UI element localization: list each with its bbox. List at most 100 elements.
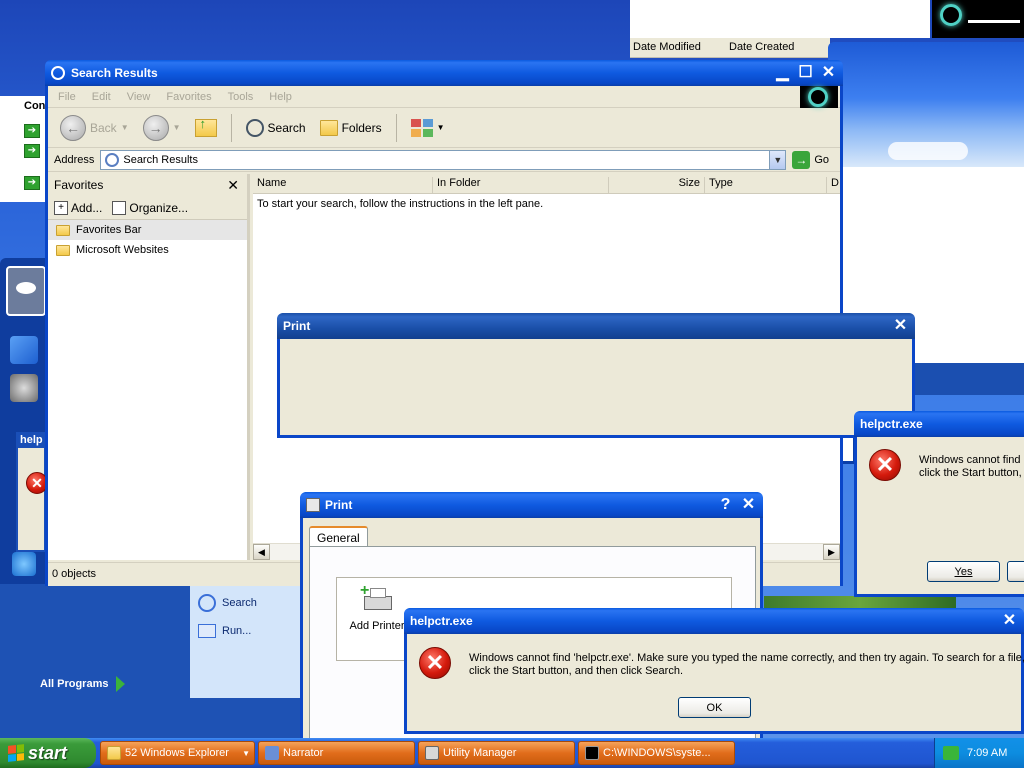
close-button[interactable]: ✕ — [738, 495, 759, 516]
raccoon-icon[interactable] — [10, 374, 38, 402]
menu-file[interactable]: File — [58, 91, 76, 103]
windows-logo-animation — [932, 0, 1024, 38]
address-field[interactable]: Search Results ▼ — [100, 149, 787, 170]
ok-button[interactable]: OK — [678, 697, 751, 718]
menu-tools[interactable]: Tools — [228, 91, 254, 103]
scroll-left-button[interactable]: ◀ — [253, 544, 270, 560]
task-utility-manager[interactable]: Utility Manager — [418, 741, 575, 765]
add-favorite-button[interactable]: + Add... — [54, 200, 102, 215]
task-windows-explorer[interactable]: 52 Windows Explorer ▼ — [100, 741, 255, 765]
scroll-right-button[interactable]: ▶ — [823, 544, 840, 560]
error-message-line1: Windows cannot find 'h — [919, 454, 1024, 466]
ring-icon — [940, 4, 962, 26]
helpctr-error-dialog: helpctr.exe ✕ ✕ Windows cannot find 'hel… — [404, 608, 1024, 734]
go-button[interactable]: → Go — [792, 150, 829, 169]
error-icon: ✕ — [869, 449, 901, 481]
folders-icon — [319, 119, 338, 136]
start-menu-search[interactable]: Search — [198, 594, 257, 612]
utility-manager-icon — [425, 746, 439, 760]
taskbar: start 52 Windows Explorer ▼ Narrator Uti… — [0, 738, 1024, 768]
task-narrator[interactable]: Narrator — [258, 741, 415, 765]
organize-icon — [112, 200, 127, 215]
error-message-line2: click the Start button, and then click S… — [469, 665, 684, 677]
folder-icon — [107, 746, 121, 760]
results-column-header: Name In Folder Size Type D — [253, 174, 840, 194]
forward-button[interactable]: → ▼ — [139, 114, 185, 141]
column-date-modified[interactable]: Date Modified — [633, 41, 701, 53]
helpctr-error-dialog-right: helpctr.exe ✕ Windows cannot find 'h cli… — [854, 411, 1024, 597]
yes-button[interactable]: Yes — [927, 561, 1000, 582]
maximize-button[interactable]: ☐ — [795, 63, 816, 84]
search-small-icon — [105, 152, 120, 167]
folders-button[interactable]: Folders — [316, 119, 386, 136]
folder-icon — [56, 224, 70, 236]
start-menu-run[interactable]: Run... — [198, 624, 251, 638]
dialog-title: Print — [325, 498, 353, 512]
user-avatar[interactable] — [6, 266, 46, 316]
task-command-prompt[interactable]: C:\WINDOWS\syste... — [578, 741, 735, 765]
outlook-express-icon[interactable] — [10, 336, 38, 364]
column-size[interactable]: Size — [609, 177, 705, 193]
network-icon[interactable] — [943, 746, 959, 760]
favorites-header: Favorites ✕ — [48, 174, 247, 196]
desktop: Date Modified Date Created Con ➔ ➔ ➔ hel… — [0, 0, 1024, 738]
background-wallpaper-window — [828, 42, 1024, 167]
dialog-titlebar[interactable]: Print ✕ — [277, 313, 915, 339]
window-titlebar[interactable]: Search Results ▁ ☐ ✕ — [45, 60, 843, 86]
no-button[interactable] — [1007, 561, 1024, 582]
views-button[interactable]: ▼ — [407, 118, 449, 137]
command-prompt-icon — [585, 746, 599, 760]
close-button[interactable]: ✕ — [818, 63, 839, 84]
menu-view[interactable]: View — [127, 91, 151, 103]
add-printer-icon: + — [360, 583, 394, 614]
menu-favorites[interactable]: Favorites — [166, 91, 211, 103]
chevron-down-icon[interactable]: ▼ — [769, 150, 786, 169]
favorite-item-microsoft-websites[interactable]: Microsoft Websites — [48, 240, 247, 260]
address-value: Search Results — [123, 153, 198, 166]
organize-favorites-button[interactable]: Organize... — [112, 200, 188, 215]
column-type[interactable]: Type — [705, 177, 827, 193]
favorite-item-favorites-bar[interactable]: Favorites Bar — [48, 220, 247, 240]
system-tray: 7:09 AM — [934, 738, 1024, 768]
column-date[interactable]: D — [827, 177, 840, 193]
dialog-titlebar[interactable]: Print ? ✕ — [300, 492, 763, 518]
column-name[interactable]: Name — [253, 177, 433, 193]
close-button[interactable]: ✕ — [890, 316, 911, 337]
error-message-line1: Windows cannot find 'helpctr.exe'. Make … — [469, 652, 1024, 664]
green-arrow-icon[interactable]: ➔ — [24, 176, 40, 190]
close-icon[interactable]: ✕ — [227, 177, 239, 194]
background-window-strip — [630, 0, 930, 38]
menu-edit[interactable]: Edit — [92, 91, 111, 103]
results-message: To start your search, follow the instruc… — [257, 198, 544, 210]
dialog-title: help — [18, 434, 44, 448]
dialog-titlebar[interactable]: helpctr.exe ✕ — [404, 608, 1024, 634]
menu-help[interactable]: Help — [269, 91, 292, 103]
add-printer-item[interactable]: + Add Printer — [347, 583, 407, 633]
help-button[interactable]: ? — [715, 495, 736, 516]
arrow-right-icon — [116, 676, 126, 692]
clock[interactable]: 7:09 AM — [967, 747, 1007, 759]
up-folder-icon: ↑ — [194, 116, 217, 137]
magnifier-icon — [245, 118, 264, 137]
green-arrow-icon[interactable]: ➔ — [24, 124, 40, 138]
start-button[interactable]: start — [0, 738, 96, 768]
background-column-header: Date Modified Date Created — [630, 38, 830, 58]
windows-throbber-logo — [800, 86, 838, 108]
tab-general[interactable]: General — [309, 526, 368, 548]
minimize-button[interactable]: ▁ — [772, 63, 793, 84]
dialog-titlebar[interactable]: helpctr.exe — [854, 411, 1024, 437]
favorites-pane: Favorites ✕ + Add... Organize... Favorit — [48, 174, 250, 560]
up-folder-button[interactable]: ↑ — [191, 116, 221, 137]
address-label: Address — [54, 153, 95, 166]
close-button[interactable]: ✕ — [999, 611, 1020, 632]
toolbar: ← Back ▼ → ▼ ↑ Search Folders ▼ — [48, 108, 840, 148]
search-icon — [198, 594, 216, 612]
internet-explorer-icon[interactable] — [12, 552, 36, 576]
search-button[interactable]: Search — [242, 118, 310, 137]
column-date-created[interactable]: Date Created — [729, 41, 794, 53]
dialog-title: helpctr.exe — [410, 614, 473, 628]
green-arrow-icon[interactable]: ➔ — [24, 144, 40, 158]
column-in-folder[interactable]: In Folder — [433, 177, 609, 193]
all-programs-button[interactable]: All Programs — [40, 676, 126, 692]
back-button[interactable]: ← Back ▼ — [56, 114, 133, 141]
